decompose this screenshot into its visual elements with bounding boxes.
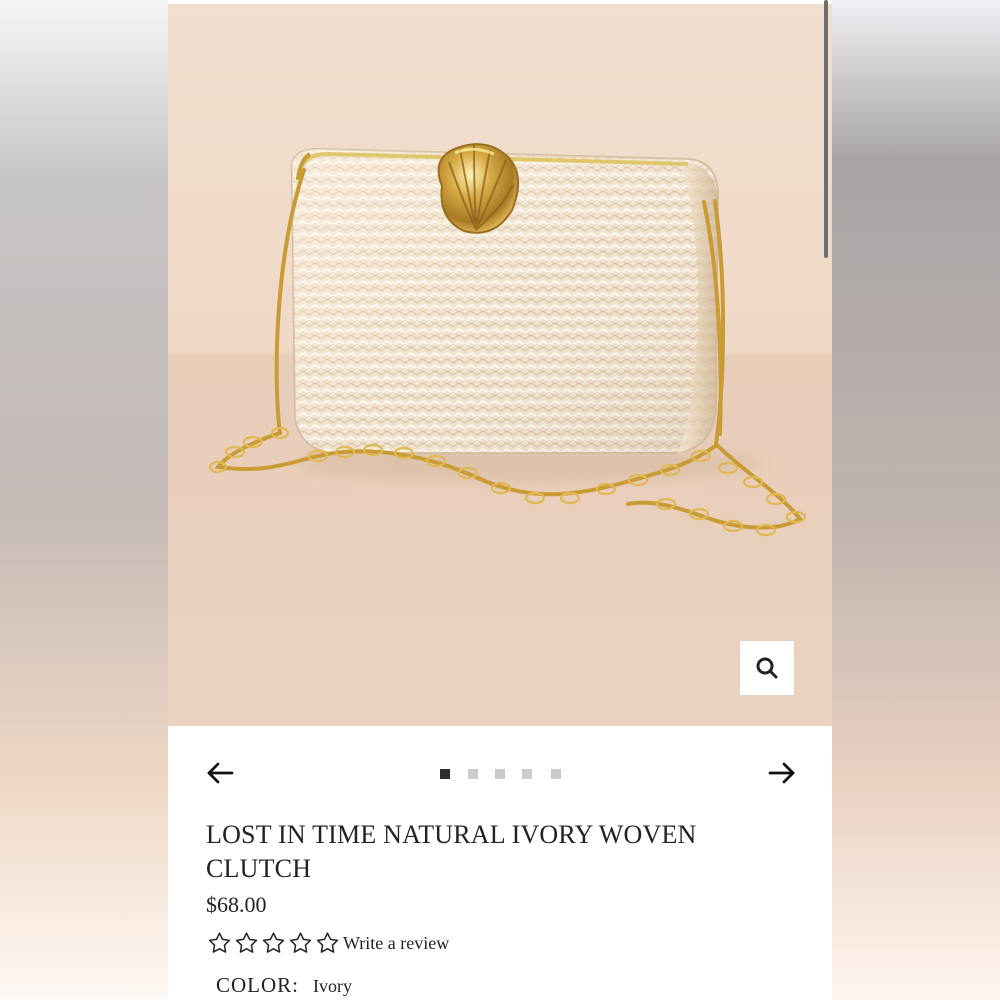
arrow-left-icon	[207, 762, 234, 784]
carousel-dot-1[interactable]	[440, 769, 450, 779]
screen-background: LOST IN TIME NATURAL IVORY WOVEN CLUTCH …	[0, 0, 1000, 1000]
right-blurred-background	[832, 0, 1000, 1000]
zoom-button[interactable]	[740, 641, 794, 695]
image-carousel-navigation	[168, 746, 832, 802]
vertical-scrollbar-thumb[interactable]	[824, 0, 828, 258]
arrow-right-icon	[768, 762, 795, 784]
carousel-dot-5[interactable]	[551, 769, 561, 779]
left-blurred-background	[0, 0, 168, 1000]
carousel-dot-2[interactable]	[468, 769, 478, 779]
woven-clutch-image	[208, 143, 807, 537]
color-selection-row: COLOR: Ivory	[216, 973, 352, 998]
rating-stars[interactable]	[206, 930, 341, 957]
empty-star-icon	[235, 931, 258, 953]
color-label: COLOR:	[216, 973, 300, 997]
empty-star-icon	[262, 931, 285, 953]
carousel-dot-4[interactable]	[522, 769, 532, 779]
previous-image-button[interactable]	[206, 761, 234, 785]
empty-star-icon	[289, 931, 312, 953]
product-title: LOST IN TIME NATURAL IVORY WOVEN CLUTCH	[206, 820, 697, 883]
product-image-gallery[interactable]	[168, 4, 832, 726]
carousel-dot-3[interactable]	[495, 769, 505, 779]
product-rating-row: Write a review	[206, 929, 449, 957]
carousel-dots	[440, 769, 570, 779]
mobile-product-page: LOST IN TIME NATURAL IVORY WOVEN CLUTCH …	[168, 0, 832, 1000]
search-icon	[756, 657, 778, 679]
next-image-button[interactable]	[768, 761, 796, 785]
write-review-link[interactable]: Write a review	[343, 930, 449, 956]
product-price: $68.00	[206, 892, 267, 917]
color-value: Ivory	[313, 976, 353, 996]
empty-star-icon	[208, 931, 231, 953]
empty-star-icon	[316, 931, 339, 953]
